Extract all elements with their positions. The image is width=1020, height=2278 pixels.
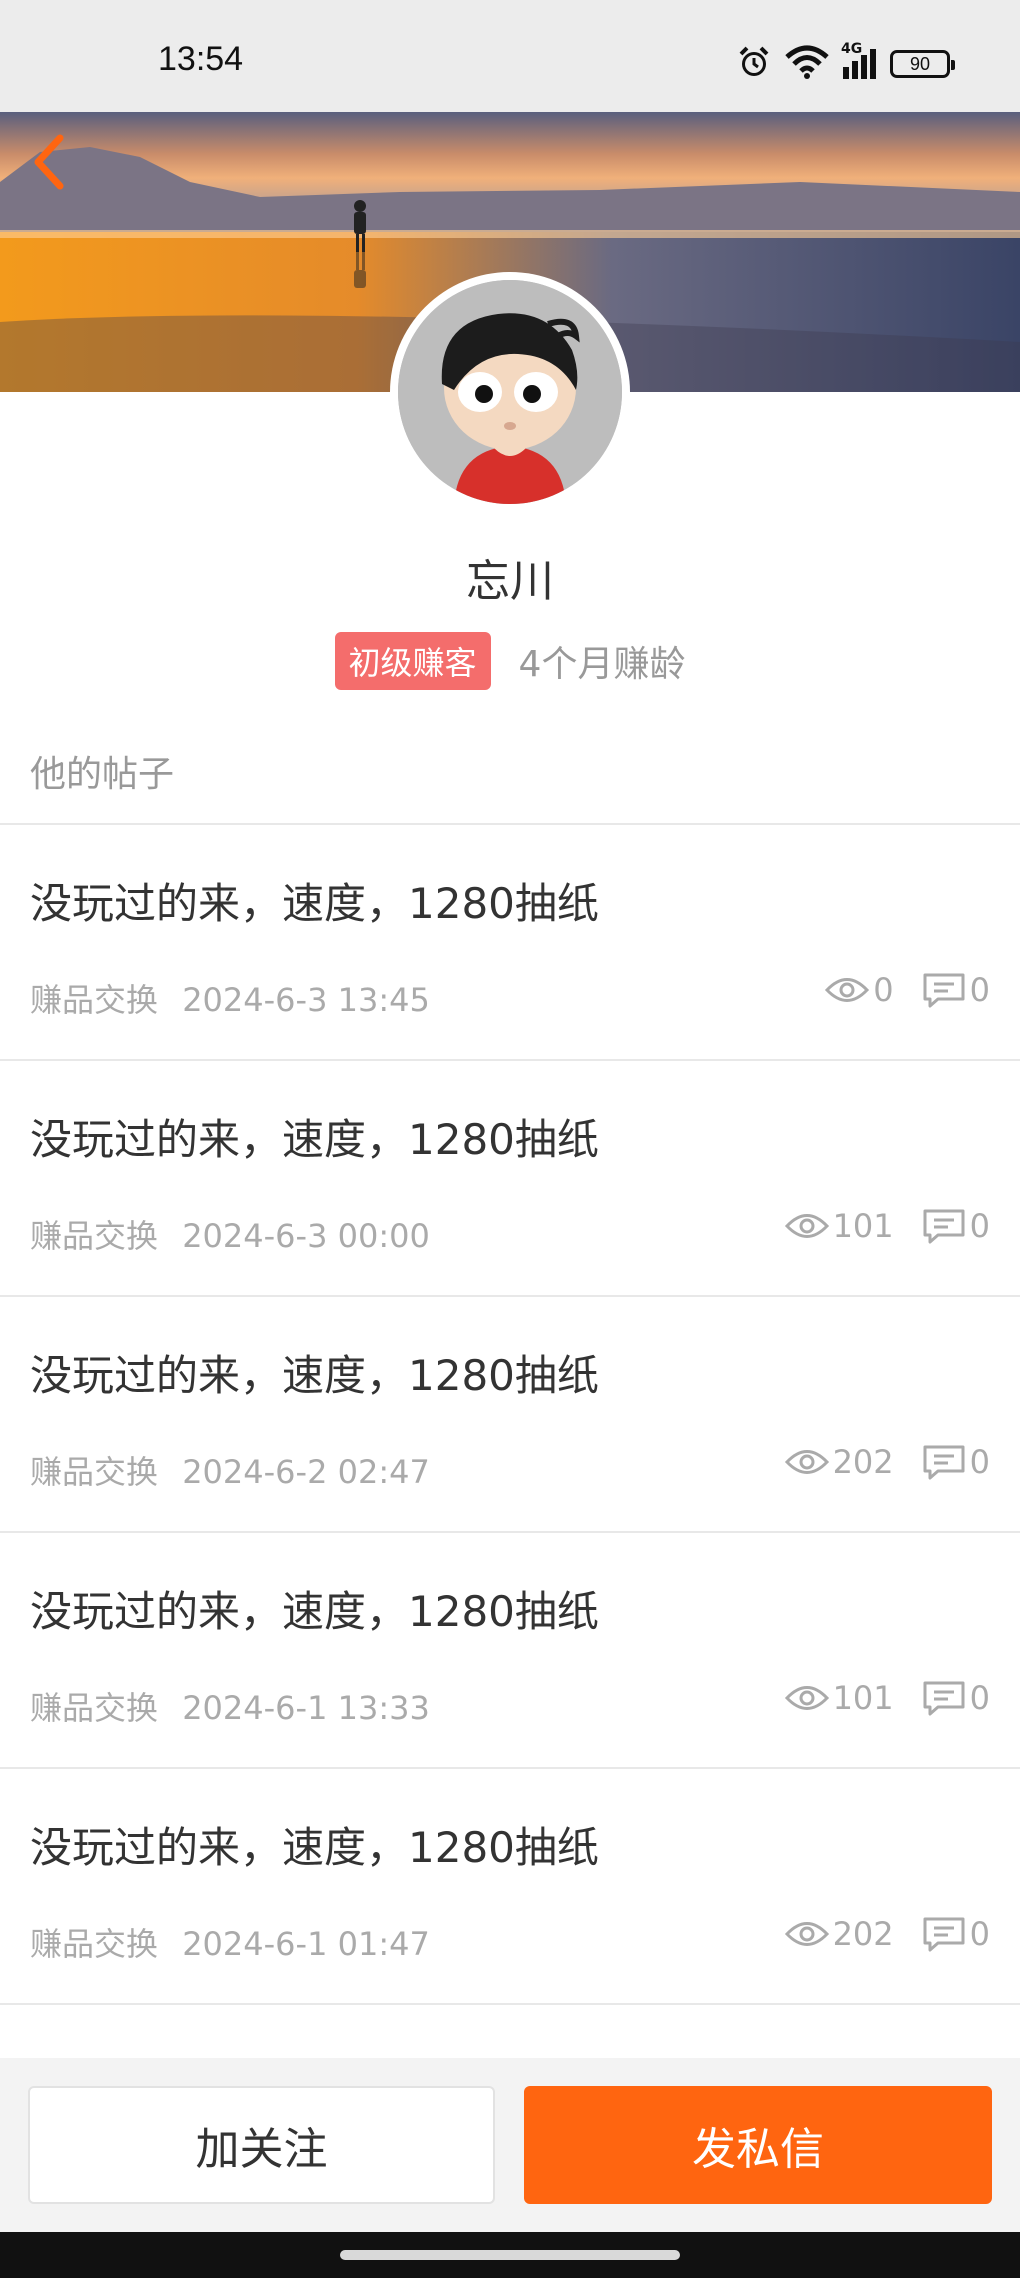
post-category: 赚品交换 (30, 1453, 159, 1491)
signal-icon: 4G (841, 41, 876, 79)
status-icons: 4G 90 (737, 41, 955, 84)
post-category: 赚品交换 (30, 981, 159, 1019)
post-title: 没玩过的来，速度，1280抽纸 (30, 879, 599, 928)
system-nav-bar (0, 2232, 1020, 2278)
eye-icon (825, 975, 870, 1005)
post-time: 2024-6-3 00:00 (182, 1217, 430, 1255)
comment-count: 0 (922, 1207, 990, 1245)
profile-screen: 13:54 4G 90 忘川 初级赚客 4个月赚龄 他的帖子 没玩过的来，速度，… (0, 0, 1020, 2278)
comment-count: 0 (922, 1443, 990, 1481)
section-title: 他的帖子 (30, 754, 175, 795)
post-stats: 101 0 (784, 1207, 990, 1245)
home-indicator[interactable] (340, 2250, 680, 2260)
post-category: 赚品交换 (30, 1925, 159, 1963)
view-count: 202 (784, 1915, 894, 1953)
username: 忘川 (466, 556, 554, 607)
post-title: 没玩过的来，速度，1280抽纸 (30, 1115, 599, 1164)
eye-icon (784, 1919, 829, 1949)
comment-count: 0 (922, 1679, 990, 1717)
comment-icon (922, 1916, 966, 1952)
view-count: 101 (784, 1207, 894, 1245)
follow-button[interactable]: 加关注 (28, 2086, 495, 2204)
post-title: 没玩过的来，速度，1280抽纸 (30, 1351, 599, 1400)
wifi-icon (785, 45, 829, 83)
comment-icon (922, 1444, 966, 1480)
post-stats: 202 0 (784, 1915, 990, 1953)
avatar[interactable] (390, 272, 630, 512)
alarm-icon (737, 45, 771, 83)
post-meta: 赚品交换 2024-6-1 13:33 (30, 1683, 430, 1729)
post-meta: 赚品交换 2024-6-2 02:47 (30, 1447, 430, 1493)
post-item[interactable]: 没玩过的来，速度，1280抽纸 赚品交换 2024-6-3 00:00 101 … (0, 1061, 1020, 1297)
comment-count: 0 (922, 971, 990, 1009)
post-meta: 赚品交换 2024-6-3 13:45 (30, 975, 430, 1021)
post-title: 没玩过的来，速度，1280抽纸 (30, 1587, 599, 1636)
post-time: 2024-6-2 02:47 (182, 1453, 430, 1491)
network-type: 4G (841, 41, 863, 57)
account-age: 4个月赚龄 (518, 644, 686, 685)
status-time: 13:54 (158, 40, 244, 78)
post-title: 没玩过的来，速度，1280抽纸 (30, 1823, 599, 1872)
post-list: 没玩过的来，速度，1280抽纸 赚品交换 2024-6-3 13:45 0 0 … (0, 825, 1020, 2005)
post-time: 2024-6-1 13:33 (182, 1689, 430, 1727)
comment-icon (922, 972, 966, 1008)
post-stats: 0 0 (825, 971, 990, 1009)
post-stats: 202 0 (784, 1443, 990, 1481)
comment-icon (922, 1680, 966, 1716)
status-bar: 13:54 4G 90 (0, 0, 1020, 112)
view-count: 0 (825, 971, 894, 1009)
profile-meta: 初级赚客 4个月赚龄 (0, 632, 1020, 690)
message-button[interactable]: 发私信 (524, 2086, 992, 2204)
post-category: 赚品交换 (30, 1217, 159, 1255)
eye-icon (784, 1683, 829, 1713)
eye-icon (784, 1447, 829, 1477)
post-item[interactable]: 没玩过的来，速度，1280抽纸 赚品交换 2024-6-1 01:47 202 … (0, 1769, 1020, 2005)
post-category: 赚品交换 (30, 1689, 159, 1727)
post-meta: 赚品交换 2024-6-3 00:00 (30, 1211, 430, 1257)
comment-count: 0 (922, 1915, 990, 1953)
post-item[interactable]: 没玩过的来，速度，1280抽纸 赚品交换 2024-6-2 02:47 202 … (0, 1297, 1020, 1533)
back-button[interactable] (28, 132, 88, 212)
view-count: 101 (784, 1679, 894, 1717)
post-stats: 101 0 (784, 1679, 990, 1717)
avatar-image (398, 280, 622, 504)
comment-icon (922, 1208, 966, 1244)
post-time: 2024-6-3 13:45 (182, 981, 430, 1019)
level-badge: 初级赚客 (334, 632, 491, 690)
post-time: 2024-6-1 01:47 (182, 1925, 430, 1963)
post-meta: 赚品交换 2024-6-1 01:47 (30, 1919, 430, 1965)
battery-icon: 90 (890, 50, 955, 78)
post-item[interactable]: 没玩过的来，速度，1280抽纸 赚品交换 2024-6-3 13:45 0 0 (0, 825, 1020, 1061)
view-count: 202 (784, 1443, 894, 1481)
post-item[interactable]: 没玩过的来，速度，1280抽纸 赚品交换 2024-6-1 13:33 101 … (0, 1533, 1020, 1769)
eye-icon (784, 1211, 829, 1241)
bottom-action-bar: 加关注 发私信 (0, 2058, 1020, 2232)
